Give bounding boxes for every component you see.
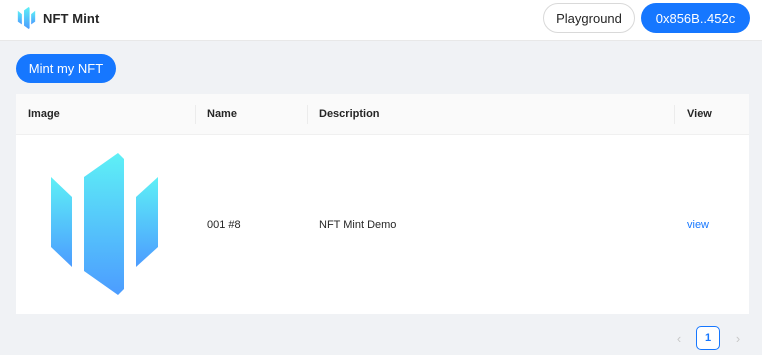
column-header-description: Description (319, 108, 380, 120)
nft-description-cell: NFT Mint Demo (319, 218, 397, 231)
column-header-view: View (687, 108, 712, 120)
pagination-next-icon[interactable]: › (730, 329, 746, 349)
pagination-prev-icon[interactable]: ‹ (671, 329, 687, 349)
wallet-address-button[interactable]: 0x856B..452c (641, 3, 750, 33)
column-divider (674, 105, 675, 124)
top-header: NFT Mint Playground 0x856B..452c (0, 0, 762, 41)
nft-mint-logo-icon (17, 7, 36, 29)
brand[interactable]: NFT Mint (17, 7, 99, 29)
table-header: Image Name Description View (16, 94, 749, 135)
table-row: 001 #8 NFT Mint Demo view (16, 135, 749, 314)
mint-nft-button[interactable]: Mint my NFT (16, 54, 116, 83)
nft-image (51, 153, 158, 295)
playground-button[interactable]: Playground (543, 3, 635, 33)
column-divider (307, 105, 308, 124)
nft-table: Image Name Description View 001 #8 NFT M… (16, 94, 749, 314)
column-divider (195, 105, 196, 124)
nft-name-cell: 001 #8 (207, 218, 241, 231)
pagination-page-1[interactable]: 1 (696, 326, 720, 350)
column-header-name: Name (207, 108, 237, 120)
view-link[interactable]: view (687, 135, 709, 314)
app-name: NFT Mint (43, 10, 100, 26)
column-header-image: Image (28, 108, 60, 120)
